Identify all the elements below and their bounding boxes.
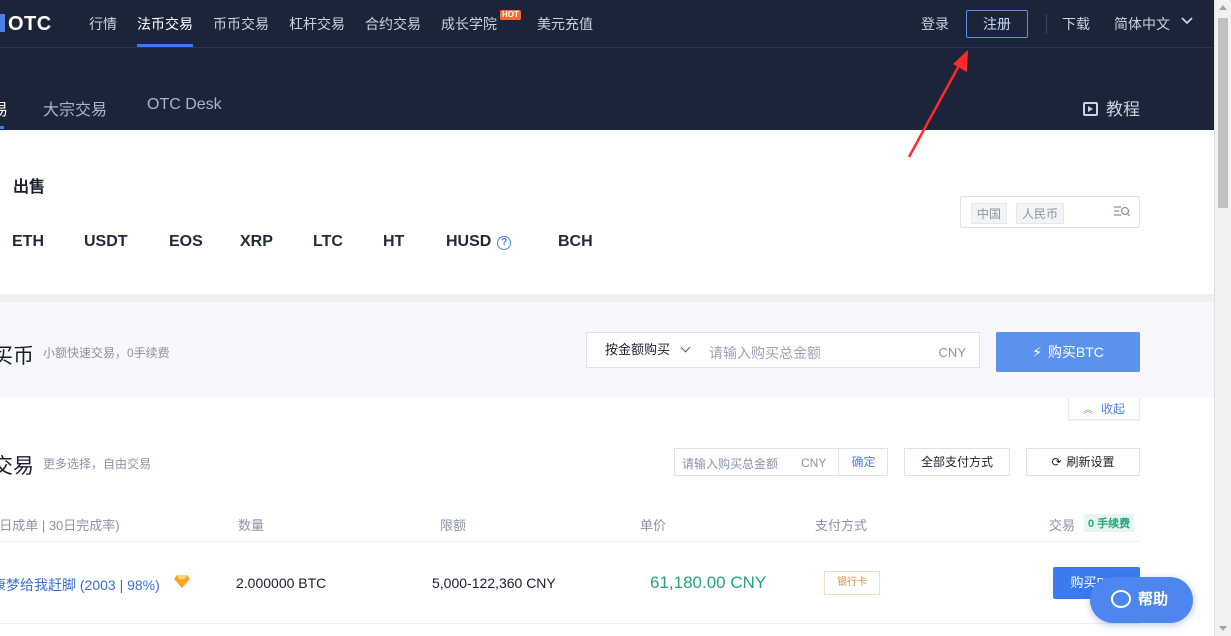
coin-husd-label: HUSD xyxy=(446,233,492,250)
table-divider xyxy=(0,541,1140,542)
sub-nav: 易 大宗交易 OTC Desk 教程 xyxy=(0,48,1231,130)
vertical-scrollbar[interactable] xyxy=(1214,0,1231,636)
currency-tag: 人民币 xyxy=(1016,203,1065,224)
tab-block-trade[interactable]: 大宗交易 xyxy=(43,96,107,120)
coin-ht[interactable]: HT xyxy=(383,233,404,251)
section-divider xyxy=(0,294,1214,302)
chat-bubble-icon xyxy=(1111,590,1131,608)
top-nav: OTC 行情 法币交易 币币交易 杠杆交易 合约交易 成长学院 HOT 美元充值… xyxy=(0,0,1231,48)
register-button[interactable]: 注册 xyxy=(966,10,1028,38)
lightning-icon: ⚡ xyxy=(1032,344,1042,360)
header-action: 交易 xyxy=(1049,518,1076,533)
tab-active-indicator xyxy=(0,126,4,129)
collapse-button[interactable]: ︽ 收起 xyxy=(1068,398,1140,420)
zero-fee-badge: 0 手续费 xyxy=(1084,514,1135,532)
trade-amount-filter[interactable]: 请输入购买总金额 CNY 确定 xyxy=(674,448,888,476)
trade-amount-placeholder: 请输入购买总金额 xyxy=(682,457,779,471)
language-selector[interactable]: 简体中文 xyxy=(1114,14,1170,34)
help-button[interactable]: 帮助 xyxy=(1090,577,1193,623)
confirm-button[interactable]: 确定 xyxy=(838,449,888,475)
quick-buy-title: 买币 xyxy=(0,345,34,368)
amount-placeholder: 请输入购买总金额 xyxy=(709,345,821,361)
nav-market[interactable]: 行情 xyxy=(89,14,117,34)
tab-otc-desk[interactable]: OTC Desk xyxy=(147,96,222,114)
scroll-down-arrow-icon[interactable] xyxy=(1219,626,1227,631)
quick-buy-button[interactable]: ⚡ 购买BTC xyxy=(996,332,1140,372)
login-link[interactable]: 登录 xyxy=(921,14,949,34)
header-quantity: 数量 xyxy=(238,518,265,533)
coin-xrp[interactable]: XRP xyxy=(240,233,273,251)
header-limit: 限额 xyxy=(440,518,467,533)
trade-subtitle: 更多选择，自由交易 xyxy=(43,457,152,471)
coin-usdt[interactable]: USDT xyxy=(84,233,128,251)
amount-unit: CNY xyxy=(938,345,966,360)
help-label: 帮助 xyxy=(1138,591,1169,608)
chevron-down-icon xyxy=(680,342,691,353)
nav-spot-trade[interactable]: 币币交易 xyxy=(213,14,269,34)
quick-buy-button-label: 购买BTC xyxy=(1047,344,1104,360)
nav-usd-deposit[interactable]: 美元充值 xyxy=(537,14,593,34)
coin-husd[interactable]: HUSD? xyxy=(446,233,512,251)
nav-academy[interactable]: 成长学院 xyxy=(441,14,497,34)
row-quantity: 2.000000 BTC xyxy=(236,575,327,591)
refresh-icon: ⟳ xyxy=(1051,455,1062,469)
nav-active-indicator xyxy=(137,44,193,47)
row-price: 61,180.00 CNY xyxy=(650,573,767,592)
trade-title: 交易 xyxy=(0,455,34,478)
tutorial-link[interactable]: 教程 xyxy=(1083,95,1140,120)
quick-buy-amount-input[interactable]: 请输入购买总金额 CNY xyxy=(701,332,980,368)
merchant-name-link[interactable]: 康梦给我赶脚 (2003 | 98%) xyxy=(0,575,160,595)
buy-mode-value: 按金额购买 xyxy=(605,342,671,357)
chevron-up-icon: ︽ xyxy=(1082,405,1093,416)
diamond-icon xyxy=(174,575,190,588)
region-tag: 中国 xyxy=(971,203,1008,224)
logo-mark xyxy=(0,14,5,32)
scroll-thumb[interactable] xyxy=(1218,18,1228,208)
logo-text: OTC xyxy=(8,13,52,35)
header-merchant: 0日成单 | 30日完成率) xyxy=(0,518,120,533)
coin-eth[interactable]: ETH xyxy=(12,233,44,251)
nav-divider xyxy=(1046,14,1047,34)
coin-eos[interactable]: EOS xyxy=(169,233,203,251)
nav-margin-trade[interactable]: 杠杆交易 xyxy=(289,14,345,34)
bank-card-badge: 银行卡 xyxy=(824,571,880,595)
buy-mode-select[interactable]: 按金额购买 xyxy=(586,332,702,368)
trade-panel: ︽ 收起 交易 更多选择，自由交易 请输入购买总金额 CNY 确定 全部支付方式 … xyxy=(0,398,1214,636)
nav-futures-trade[interactable]: 合约交易 xyxy=(365,14,421,34)
header-price: 单价 xyxy=(640,518,667,533)
collapse-label: 收起 xyxy=(1100,402,1125,416)
header-payment: 支付方式 xyxy=(815,518,868,533)
logo[interactable]: OTC xyxy=(0,13,52,36)
row-limit: 5,000-122,360 CNY xyxy=(432,575,556,591)
play-icon xyxy=(1083,102,1098,116)
tab-p2p[interactable]: 易 xyxy=(0,96,8,120)
scroll-up-arrow-icon[interactable] xyxy=(1219,5,1227,10)
tutorial-label: 教程 xyxy=(1106,100,1140,119)
tab-sell[interactable]: 出售 xyxy=(13,173,45,197)
quick-buy-panel: 买币 小额快速交易，0手续费 按金额购买 请输入购买总金额 CNY ⚡ 购买BTC xyxy=(0,302,1214,398)
coin-selector-panel: 出售 ETH USDT EOS XRP LTC HT HUSD? BCH 中国 … xyxy=(0,130,1214,294)
coin-ltc[interactable]: LTC xyxy=(313,233,343,251)
hot-badge: HOT xyxy=(500,10,521,20)
help-circle-icon[interactable]: ? xyxy=(497,236,512,250)
trade-amount-unit: CNY xyxy=(801,456,827,470)
search-filter-icon[interactable] xyxy=(1114,205,1130,219)
quick-buy-subtitle: 小额快速交易，0手续费 xyxy=(43,346,170,360)
download-link[interactable]: 下载 xyxy=(1062,14,1090,34)
chevron-down-icon[interactable] xyxy=(1180,13,1194,27)
refresh-label: 刷新设置 xyxy=(1066,455,1115,469)
refresh-settings-button[interactable]: ⟳ 刷新设置 xyxy=(1026,448,1140,476)
coin-bch[interactable]: BCH xyxy=(558,233,593,251)
payment-method-filter[interactable]: 全部支付方式 xyxy=(904,448,1010,476)
table-divider xyxy=(0,623,1140,624)
nav-fiat-trade[interactable]: 法币交易 xyxy=(137,14,193,34)
region-currency-filter[interactable]: 中国 人民币 xyxy=(960,196,1140,228)
